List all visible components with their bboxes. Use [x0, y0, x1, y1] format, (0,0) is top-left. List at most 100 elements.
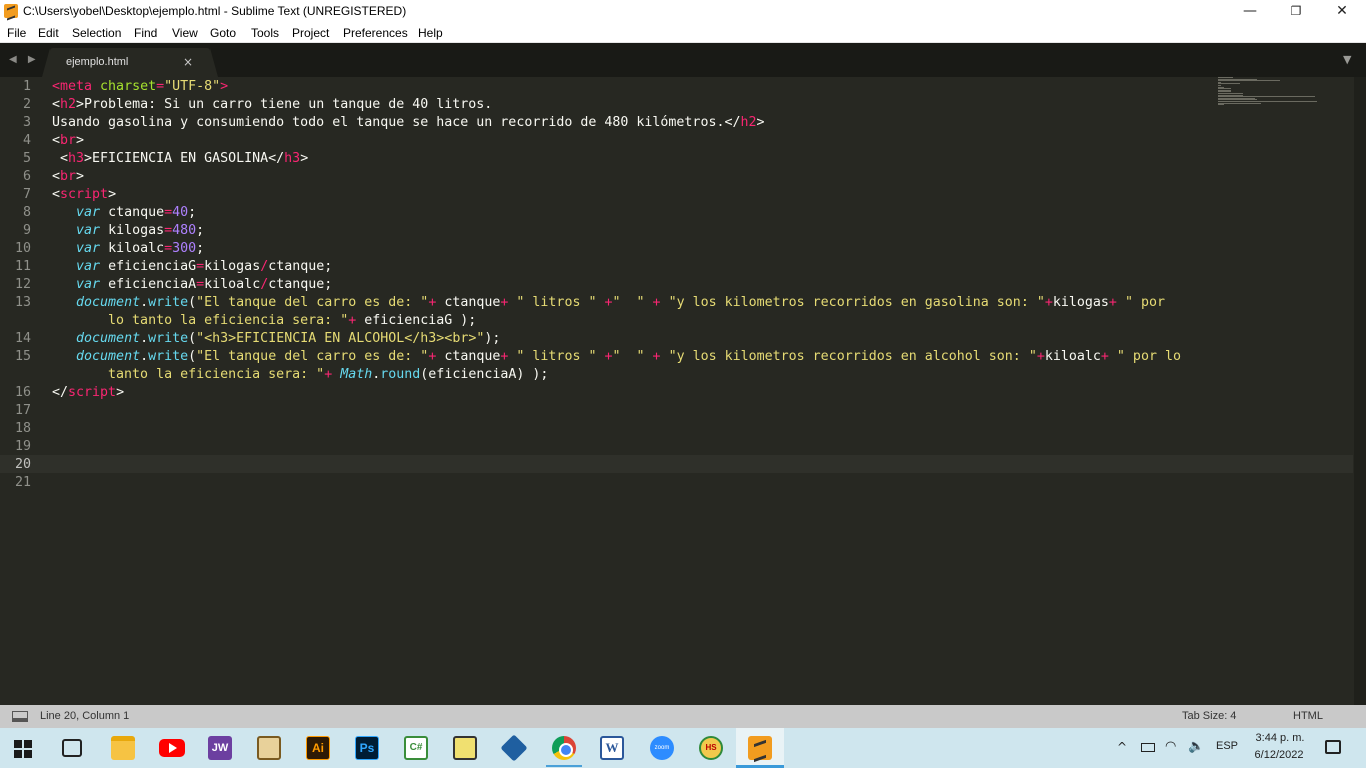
tab-close-icon[interactable]: × — [183, 55, 193, 69]
code-token: " por — [1124, 295, 1165, 310]
code-line[interactable]: document.write("<h3>EFICIENCIA EN ALCOHO… — [52, 330, 500, 348]
code-view[interactable]: <meta charset="UTF-8"> <h2>Problema: Si u… — [52, 77, 1212, 705]
tab-nav-arrows-icon[interactable]: ◀ ▶ — [9, 54, 40, 65]
clock-date[interactable]: 6/12/2022 — [1250, 749, 1308, 761]
code-line[interactable]: <br> — [52, 168, 84, 186]
code-line[interactable]: <script> — [52, 186, 116, 204]
menu-preferences[interactable]: Preferences — [343, 26, 408, 40]
menu-selection[interactable]: Selection — [72, 26, 121, 40]
tab-dropdown-icon[interactable]: ▼ — [1343, 53, 1351, 66]
line-number: 3 — [22, 115, 31, 130]
chrome-running-indicator — [546, 765, 582, 767]
code-token: > — [76, 169, 85, 184]
volume-icon[interactable]: 🔈 — [1188, 739, 1204, 754]
code-token: > — [108, 187, 117, 202]
language-indicator[interactable]: ESP — [1216, 740, 1238, 752]
syntax-indicator[interactable]: HTML — [1293, 710, 1323, 722]
sublime-text-taskbar-icon[interactable] — [748, 736, 772, 760]
menu-tools[interactable]: Tools — [251, 26, 279, 40]
tab-bar: ◀ ▶ ejemplo.html × ▼ — [0, 43, 1366, 77]
tool-icon[interactable] — [453, 736, 477, 760]
jw-icon[interactable]: JW — [208, 736, 232, 760]
virtualbox-icon[interactable] — [500, 734, 528, 762]
folder-icon[interactable] — [257, 736, 281, 760]
youtube-icon[interactable] — [159, 739, 185, 757]
code-token: var — [76, 277, 101, 292]
code-line[interactable]: Usando gasolina y consumiendo todo el ta… — [52, 114, 765, 132]
battery-icon[interactable] — [1141, 743, 1155, 752]
line-number: 6 — [22, 169, 31, 184]
minimap-line — [1218, 80, 1281, 82]
code-token: + — [1044, 295, 1053, 310]
code-line[interactable]: var eficienciaA=kiloalc/ctanque; — [52, 276, 332, 294]
menu-file[interactable]: File — [7, 26, 26, 40]
line-number — [0, 312, 31, 330]
menu-edit[interactable]: Edit — [38, 26, 59, 40]
windows-start-icon[interactable] — [14, 740, 32, 758]
editor-area[interactable]: 1 2 3 4 5 6 7 8 9 10 11 12 13 14 15 16 17 18 19 20 21 <meta … — [0, 77, 1366, 705]
code-line[interactable]: document.write("El tanque del carro es d… — [52, 294, 1165, 312]
maximize-button[interactable]: ❐ — [1273, 0, 1319, 23]
word-icon[interactable]: W — [600, 736, 624, 760]
zoom-icon[interactable]: zoom — [650, 736, 674, 760]
line-number: 16 — [14, 385, 31, 400]
menu-view[interactable]: View — [172, 26, 198, 40]
menu-find[interactable]: Find — [134, 26, 157, 40]
code-token: Math — [340, 367, 373, 382]
code-line[interactable]: </script> — [52, 384, 124, 402]
task-view-icon[interactable] — [62, 739, 82, 757]
file-explorer-icon[interactable] — [111, 736, 135, 760]
code-token: br — [60, 133, 77, 148]
code-token: document — [76, 295, 141, 310]
minimize-button[interactable]: — — [1227, 0, 1273, 23]
hs-icon[interactable]: HS — [699, 736, 723, 760]
code-line[interactable]: document.write("El tanque del carro es d… — [52, 348, 1181, 366]
code-token: + — [324, 367, 333, 382]
code-token: ( — [188, 349, 197, 364]
code-token: h3 — [284, 151, 301, 166]
close-button[interactable]: ✕ — [1319, 0, 1365, 23]
tray-chevron-icon[interactable]: ^ — [1117, 740, 1127, 754]
code-line[interactable]: var ctanque=40; — [52, 204, 196, 222]
code-token: = — [156, 79, 165, 94]
menu-goto[interactable]: Goto — [210, 26, 236, 40]
clock-time[interactable]: 3:44 p. m. — [1252, 732, 1308, 744]
wifi-icon[interactable]: ◠ — [1165, 739, 1176, 754]
csharp-icon[interactable]: C# — [404, 736, 428, 760]
minimap[interactable] — [1218, 77, 1348, 117]
code-line[interactable]: <h3>EFICIENCIA EN GASOLINA</h3> — [52, 150, 308, 168]
line-number: 14 — [14, 331, 31, 346]
vertical-scrollbar[interactable] — [1354, 77, 1366, 705]
cursor-position[interactable]: Line 20, Column 1 — [40, 710, 129, 722]
illustrator-icon[interactable]: Ai — [306, 736, 330, 760]
tab-label: ejemplo.html — [66, 56, 129, 68]
code-token: < — [52, 187, 61, 202]
panel-toggle-icon[interactable] — [12, 711, 28, 722]
code-token: . — [140, 295, 149, 310]
menu-project[interactable]: Project — [292, 26, 329, 40]
chrome-icon[interactable] — [552, 736, 576, 760]
code-line[interactable]: tanto la eficiencia sera: "+ Math.round(… — [52, 366, 548, 384]
notifications-icon[interactable] — [1325, 740, 1341, 754]
menu-help[interactable]: Help — [418, 26, 443, 40]
code-token: write — [148, 349, 189, 364]
tab-size-indicator[interactable]: Tab Size: 4 — [1182, 710, 1236, 722]
code-line[interactable]: <h2>Problema: Si un carro tiene un tanqu… — [52, 96, 492, 114]
code-line[interactable]: <meta charset="UTF-8"> — [52, 78, 228, 96]
code-line[interactable]: var kiloalc=300; — [52, 240, 204, 258]
code-line[interactable]: <br> — [52, 132, 84, 150]
code-token: lo tanto la eficiencia sera: " — [52, 313, 349, 328]
code-line[interactable]: lo tanto la eficiencia sera: "+ eficienc… — [52, 312, 476, 330]
tab-ejemplo-html[interactable]: ejemplo.html × — [42, 48, 218, 77]
code-token: " " — [612, 295, 645, 310]
code-line[interactable]: var eficienciaG=kilogas/ctanque; — [52, 258, 332, 276]
code-line[interactable]: var kilogas=480; — [52, 222, 204, 240]
photoshop-icon[interactable]: Ps — [355, 736, 379, 760]
